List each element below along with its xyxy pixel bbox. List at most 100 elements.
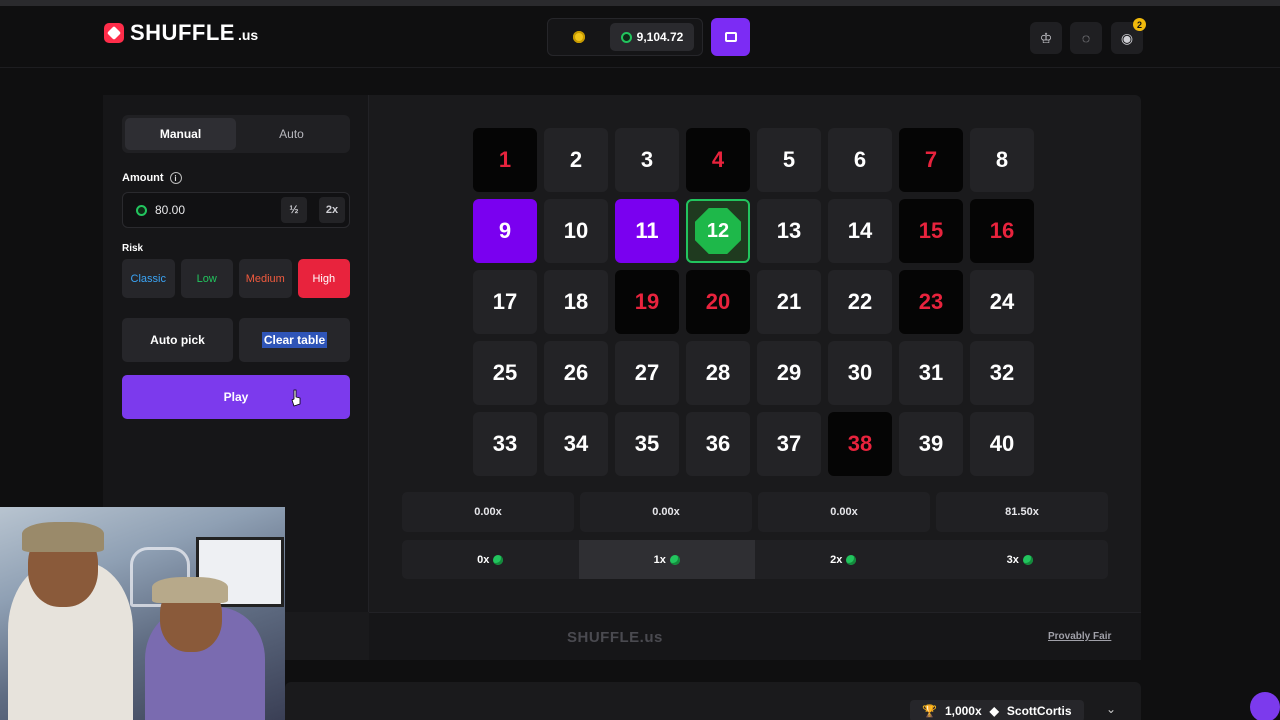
hits-label: 2x <box>830 553 843 566</box>
keno-tile[interactable]: 6 <box>828 128 892 192</box>
hits-label: 1x <box>653 553 666 566</box>
gem-dot-icon <box>669 554 680 565</box>
support-chat-button[interactable] <box>1250 692 1280 720</box>
clear-table-label: Clear table <box>261 332 328 348</box>
provably-fair-link[interactable]: Provably Fair <box>1048 631 1111 642</box>
auto-pick-button[interactable]: Auto pick <box>122 318 233 362</box>
keno-tile[interactable]: 30 <box>828 341 892 405</box>
info-icon[interactable]: i <box>169 172 182 184</box>
sweeps-coin-icon <box>136 204 147 216</box>
keno-tile[interactable]: 5 <box>757 128 821 192</box>
keno-tile[interactable]: 31 <box>899 341 963 405</box>
keno-tile[interactable]: 28 <box>686 341 750 405</box>
multiplier-cell: 0.00x <box>580 492 752 532</box>
gem-dot-icon <box>846 554 857 565</box>
user-icon: ◉ <box>1120 29 1134 46</box>
risk-low-button[interactable]: Low <box>180 259 233 298</box>
hits-cell[interactable]: 0x <box>402 540 579 579</box>
keno-tile[interactable]: 9 <box>473 199 537 263</box>
keno-tile[interactable]: 37 <box>757 412 821 476</box>
keno-tile[interactable]: 34 <box>544 412 608 476</box>
keno-tile[interactable]: 25 <box>473 341 537 405</box>
vip-button[interactable]: ♔ <box>1030 22 1062 54</box>
tab-auto[interactable]: Auto <box>236 118 347 150</box>
keno-tile[interactable]: 39 <box>899 412 963 476</box>
trophy-icon: 🏆 <box>922 704 937 718</box>
gem-dot-icon <box>493 554 504 565</box>
mode-tabs: Manual Auto <box>122 115 350 153</box>
multiplier-cell: 0.00x <box>758 492 930 532</box>
payout-multipliers: 0.00x 0.00x 0.00x 81.50x <box>402 492 1108 532</box>
tab-manual[interactable]: Manual <box>125 118 236 150</box>
amount-value[interactable]: 80.00 <box>155 203 273 217</box>
keno-tile[interactable]: 38 <box>828 412 892 476</box>
hit-count-row: 0x 1x 2x 3x <box>402 540 1108 579</box>
risk-classic-button[interactable]: Classic <box>122 259 175 298</box>
hits-cell[interactable]: 2x <box>755 540 932 579</box>
brand-logo[interactable]: SHUFFLE .us <box>104 20 258 46</box>
keno-tile[interactable]: 35 <box>615 412 679 476</box>
keno-tile[interactable]: 18 <box>544 270 608 334</box>
keno-tile[interactable]: 14 <box>828 199 892 263</box>
keno-tile[interactable]: 36 <box>686 412 750 476</box>
risk-high-button[interactable]: High <box>297 259 350 298</box>
game-footer <box>369 612 1141 660</box>
keno-tile[interactable]: 21 <box>757 270 821 334</box>
risk-selector: Classic Low Medium High <box>122 259 350 298</box>
keno-tile[interactable]: 22 <box>828 270 892 334</box>
amount-input[interactable]: 80.00 ½ 2x <box>122 192 350 228</box>
streamer-webcam-overlay <box>0 507 285 720</box>
keno-tile[interactable]: 24 <box>970 270 1034 334</box>
keno-tile[interactable]: 29 <box>757 341 821 405</box>
footer-logo: SHUFFLE.us <box>567 629 663 646</box>
keno-tile[interactable]: 15 <box>899 199 963 263</box>
keno-tile[interactable]: 7 <box>899 128 963 192</box>
keno-tile[interactable]: 32 <box>970 341 1034 405</box>
keno-tile[interactable]: 2 <box>544 128 608 192</box>
keno-board: 1 2 3 4 5 6 7 8 9 10 11 12 13 14 15 16 17 18 19 20 21 22 23 24 2… <box>473 128 1038 477</box>
streamer-right-cap <box>152 577 228 603</box>
hand-cursor-icon <box>291 389 301 407</box>
hits-label: 3x <box>1006 553 1019 566</box>
keno-tile[interactable]: 10 <box>544 199 608 263</box>
keno-tile[interactable]: 13 <box>757 199 821 263</box>
keno-tile[interactable]: 8 <box>970 128 1034 192</box>
multiplier-cell: 0.00x <box>402 492 574 532</box>
play-button[interactable]: Play <box>122 375 350 419</box>
keno-tile[interactable]: 12 <box>686 199 750 263</box>
half-button[interactable]: ½ <box>281 197 307 223</box>
keno-tile[interactable]: 3 <box>615 128 679 192</box>
diamond-icon: ◆ <box>989 704 999 718</box>
multiplier-cell: 81.50x <box>936 492 1108 532</box>
amount-label: Amount <box>122 172 164 184</box>
notification-badge: 2 <box>1133 18 1146 31</box>
keno-tile[interactable]: 16 <box>970 199 1034 263</box>
bet-feed-entry[interactable]: 🏆 1,000x ◆ ScottCortis <box>910 700 1084 720</box>
balance-display[interactable]: 9,104.72 <box>610 23 694 51</box>
keno-tile[interactable]: 40 <box>970 412 1034 476</box>
wallet-button[interactable] <box>711 18 750 56</box>
risk-medium-button[interactable]: Medium <box>239 259 292 298</box>
double-button[interactable]: 2x <box>319 197 345 223</box>
keno-tile[interactable]: 1 <box>473 128 537 192</box>
keno-tile[interactable]: 23 <box>899 270 963 334</box>
keno-tile[interactable]: 19 <box>615 270 679 334</box>
keno-tile[interactable]: 17 <box>473 270 537 334</box>
chevron-down-icon[interactable]: ⌄ <box>1106 702 1116 716</box>
keno-tile[interactable]: 11 <box>615 199 679 263</box>
keno-tile[interactable]: 26 <box>544 341 608 405</box>
clear-table-button[interactable]: Clear table <box>239 318 350 362</box>
chat-button[interactable]: ◌ <box>1070 22 1102 54</box>
currency-selector[interactable] <box>548 19 610 55</box>
hits-cell-active[interactable]: 1x <box>578 540 755 579</box>
gem-dot-icon <box>1022 554 1033 565</box>
hits-cell[interactable]: 3x <box>932 540 1109 579</box>
keno-tile[interactable]: 20 <box>686 270 750 334</box>
brand-name: SHUFFLE <box>130 20 235 45</box>
profile-button[interactable]: ◉ 2 <box>1111 18 1146 54</box>
bet-user: ScottCortis <box>1006 704 1072 718</box>
keno-tile[interactable]: 33 <box>473 412 537 476</box>
keno-tile[interactable]: 4 <box>686 128 750 192</box>
hits-label: 0x <box>477 553 490 566</box>
keno-tile[interactable]: 27 <box>615 341 679 405</box>
